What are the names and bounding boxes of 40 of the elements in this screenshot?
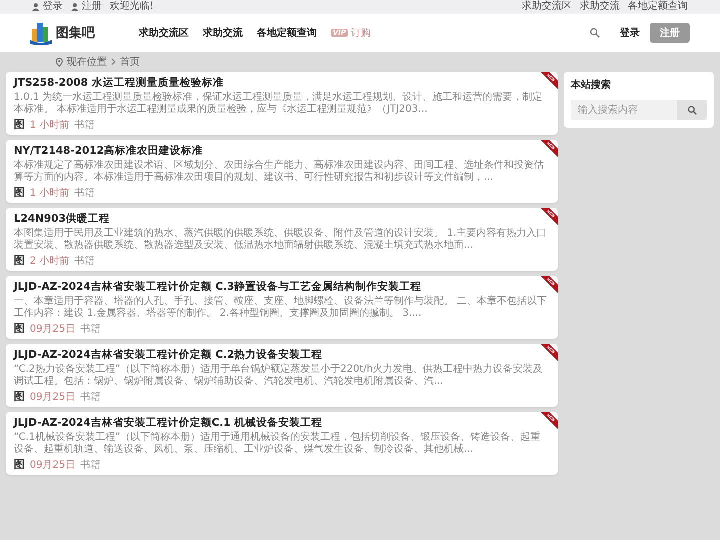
top-link[interactable]: 求助交流 [580, 1, 620, 13]
post-time: 1 小时前 [30, 118, 70, 132]
user-icon [32, 3, 40, 11]
nav-link[interactable]: 求助交流区 [139, 26, 189, 40]
site-logo[interactable]: 图集吧 [30, 21, 95, 45]
welcome-text: 欢迎光临! [110, 1, 154, 13]
nav-link[interactable]: 求助交流 [203, 26, 243, 40]
category-icon: 图 [14, 185, 25, 200]
chevron-right-icon [111, 58, 116, 66]
search-field[interactable]: 输入搜索内容 [571, 100, 677, 120]
top-link[interactable]: 求助交流区 [522, 1, 572, 13]
breadcrumb-link[interactable]: 首页 [120, 55, 140, 69]
search-icon [688, 106, 696, 114]
post-excerpt: 本标准规定了高标准农田建设术语、区域划分、农田综合生产能力、高标准农田建设内容、田间工程、选址条件和投资估算等方面的内容。本标准适用于高标准农田项目的规划、建议书、可行性研究报告和初步设计等文件编制，... [14, 160, 545, 184]
post-time: 2 小时前 [30, 254, 70, 268]
breadcrumb-link[interactable]: 现在位置 [67, 55, 107, 69]
post-excerpt: 本图集适用于民用及工业建筑的热水、蒸汽供暖的供暖系统、供暖设备、附件及管道的设计安装。 1.主要内容有热力入口装置安装、散热器供暖系统、散热器选型及安装、低温热水地面辐射供暖系统、混凝土填充式热水地面... [14, 228, 548, 252]
category-icon: 图 [14, 253, 25, 268]
post-time: 09月25日 [30, 390, 76, 404]
category-icon: 图 [14, 321, 25, 336]
location-pin-icon [56, 58, 63, 66]
category-icon: 图 [14, 389, 25, 404]
category-icon: 图 [14, 117, 25, 132]
post-time: 09月25日 [30, 322, 76, 336]
post-excerpt: “C.1机械设备安装工程”（以下简称本册）适用于通用机械设备的安装工程，包括切削设备、锻压设备、铸造设备、起重设备、起重机轨道、输送设备、风机、泵、压缩机、工业炉设备、煤气发生设备、制冷设备、其他机械... [14, 432, 542, 456]
top-link[interactable]: 注册 [71, 1, 102, 13]
widget-title: 本站搜索 [571, 78, 612, 92]
user-icon [71, 3, 79, 11]
category-icon: 图 [14, 457, 25, 472]
post-excerpt: 一、本章适用于容器、塔器的人孔、手孔、接管、鞍座、支座、地脚螺栓、设备法兰等制作与装配。 二、本章不包括以下工作内容：建设 1.金属容器、塔器等的制作。 2.各种型钢圈、支撑圈及加固圈的揻制。 3.... [14, 296, 548, 320]
top-link[interactable]: 登录 [32, 1, 63, 13]
search-icon [590, 28, 600, 38]
post-time: 1 小时前 [30, 186, 70, 200]
post-time: 09月25日 [30, 458, 76, 472]
top-link[interactable]: 各地定额查询 [628, 1, 688, 13]
post-excerpt: 1.0.1 为统一水运工程测量质量检验标准，保证水运工程测量质量，满足水运工程规划、设计、施工和运营的需要，制定本标准。 本标准适用于水运工程测量成果的质量检验，应与《水运工程测量规范》（JTJ203... [14, 92, 544, 116]
post-excerpt: “C.2热力设备安装工程”（以下简称本册）适用于单台锅炉额定蒸发量小于220t/h火力发电、供热工程中热力设备安装及调试工程。包括：锅炉、锅炉附属设备、锅炉辅助设备、汽轮发电机、汽轮发电机附属设备、汽... [14, 364, 544, 388]
search-button[interactable] [677, 100, 707, 120]
buildings-icon [30, 21, 52, 45]
nav-link[interactable]: 各地定额查询 [257, 26, 317, 40]
